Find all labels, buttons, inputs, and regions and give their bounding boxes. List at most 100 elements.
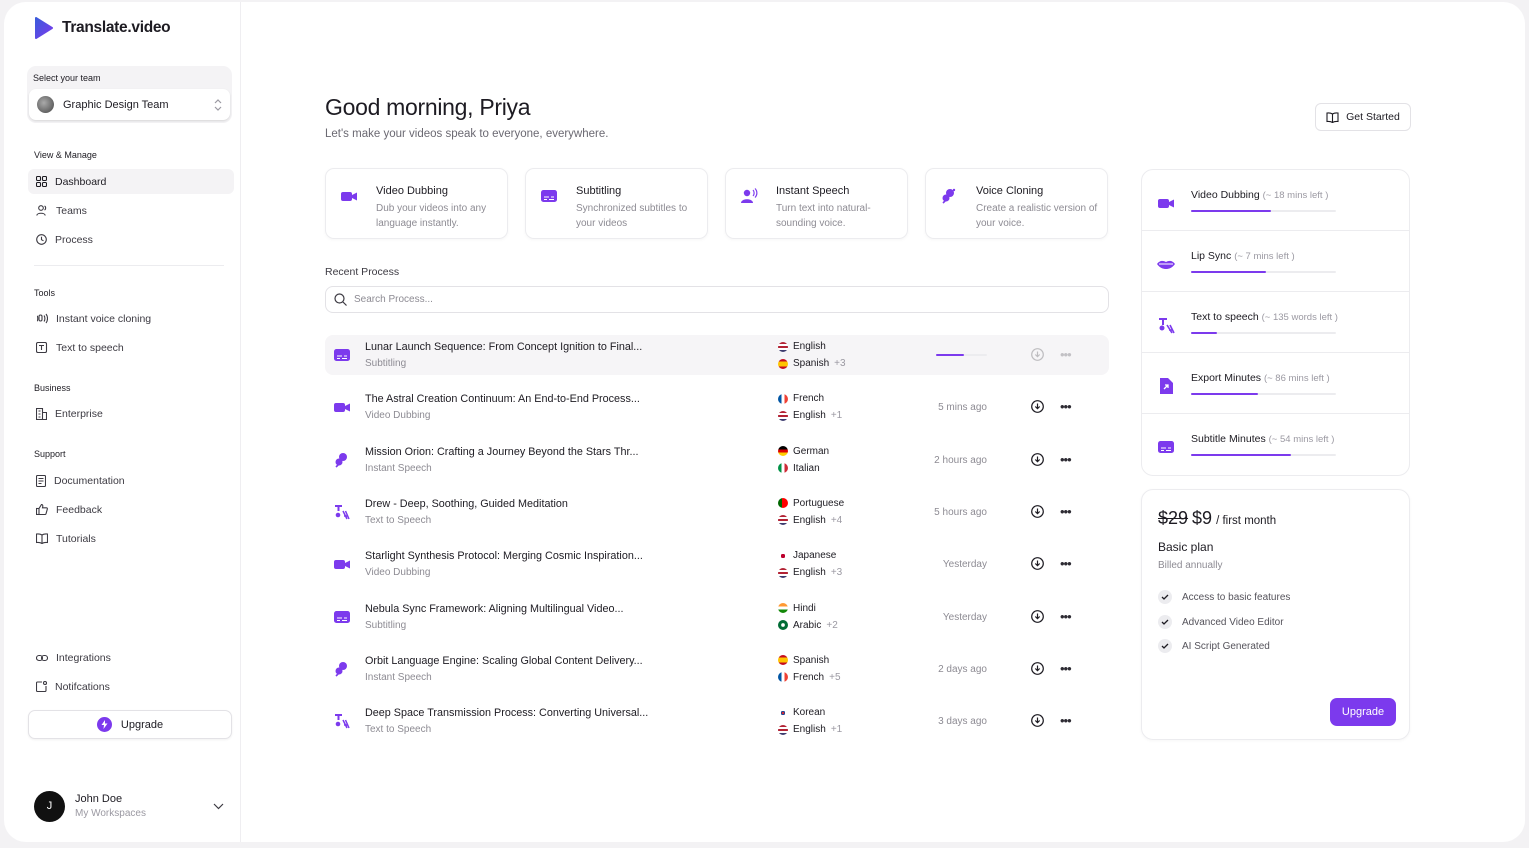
row-source-language: Hindi <box>778 603 816 614</box>
sidebar-item-label: Enterprise <box>55 407 103 420</box>
usage-left: (~ 86 mins left ) <box>1263 373 1330 384</box>
more-options-icon[interactable]: ••• <box>1060 661 1072 676</box>
usage-left: (~ 18 mins left ) <box>1262 190 1329 201</box>
team-dropdown[interactable]: Graphic Design Team <box>29 89 230 120</box>
more-options-icon[interactable]: ••• <box>1060 609 1072 624</box>
usage-row-video-dubbing: Video Dubbing (~ 18 mins left ) <box>1142 170 1409 231</box>
logo-icon <box>35 17 53 39</box>
feature-card-subtitling[interactable]: Subtitling Synchronized subtitles to you… <box>525 168 708 239</box>
sidebar-item-notifications[interactable]: Notifcations <box>28 674 234 699</box>
more-options-icon[interactable]: ••• <box>1060 713 1072 728</box>
sidebar-item-voice-cloning[interactable]: Instant voice cloning <box>28 306 234 331</box>
feature-card-voice-cloning[interactable]: Voice Cloning Create a realistic version… <box>925 168 1108 239</box>
row-time: 3 days ago <box>938 716 987 728</box>
sidebar-upgrade-button[interactable]: Upgrade <box>28 710 232 739</box>
user-menu[interactable]: J John Doe My Workspaces <box>34 788 224 824</box>
language-label: French <box>793 393 825 405</box>
book-icon <box>36 533 48 544</box>
table-row[interactable]: Drew - Deep, Soothing, Guided Meditation… <box>325 492 1109 532</box>
download-icon[interactable] <box>1031 609 1044 623</box>
download-icon[interactable] <box>1031 504 1044 518</box>
sidebar-item-integrations[interactable]: Integrations <box>28 645 234 670</box>
sidebar-item-enterprise[interactable]: Enterprise <box>28 401 234 426</box>
sidebar-item-label: Text to speech <box>56 341 124 354</box>
language-label: English <box>793 410 826 422</box>
row-type: Video Dubbing <box>365 410 431 422</box>
more-options-icon[interactable]: ••• <box>1060 504 1072 519</box>
more-options-icon[interactable]: ••• <box>1060 347 1072 362</box>
flag-icon <box>778 410 788 421</box>
download-icon[interactable] <box>1031 714 1044 727</box>
usage-label: Video Dubbing <box>1191 189 1260 201</box>
logo[interactable]: Translate.video <box>34 17 171 39</box>
sidebar-item-teams[interactable]: Teams <box>28 198 234 223</box>
plan-feature: Access to basic features <box>1158 590 1290 604</box>
sidebar-item-label: Dashboard <box>55 175 107 188</box>
flag-icon <box>778 463 788 474</box>
row-source-language: English <box>778 341 826 352</box>
text-speech-icon <box>335 504 350 520</box>
sidebar-item-label: Process <box>55 233 93 246</box>
table-row[interactable]: The Astral Creation Continuum: An End-to… <box>325 387 1109 427</box>
download-icon[interactable] <box>1031 557 1044 571</box>
more-options-icon[interactable]: ••• <box>1060 452 1072 467</box>
row-target-language: French +5 <box>778 672 841 683</box>
table-row[interactable]: Orbit Language Engine: Scaling Global Co… <box>325 649 1109 689</box>
more-languages-count: +1 <box>830 410 843 422</box>
language-label: Hindi <box>793 602 816 614</box>
row-type: Instant Speech <box>365 671 432 683</box>
sidebar-item-text-to-speech[interactable]: Text to speech <box>28 335 234 360</box>
search-bar[interactable]: Search Process... <box>325 286 1109 313</box>
section-support: Support <box>34 449 66 459</box>
sidebar-item-feedback[interactable]: Feedback <box>28 497 234 522</box>
sidebar: Translate.video Select your team Graphic… <box>4 2 241 842</box>
sidebar-item-documentation[interactable]: Documentation <box>28 468 234 493</box>
sidebar-item-dashboard[interactable]: Dashboard <box>28 169 234 194</box>
table-row[interactable]: Mission Orion: Crafting a Journey Beyond… <box>325 440 1109 480</box>
download-icon[interactable] <box>1031 661 1044 675</box>
flag-icon <box>778 707 788 718</box>
flag-icon <box>778 620 788 630</box>
more-options-icon[interactable]: ••• <box>1060 399 1072 414</box>
language-label: Spanish <box>793 358 830 369</box>
language-label: English <box>793 514 826 526</box>
plan-card: $29 $9 / first month Basic plan Billed a… <box>1141 489 1410 740</box>
row-target-language: English +4 <box>778 515 842 526</box>
sidebar-divider <box>34 265 224 266</box>
language-label: Spanish <box>793 654 830 666</box>
flag-icon <box>778 341 788 352</box>
speaking-person-icon <box>741 188 758 203</box>
table-row[interactable]: Lunar Launch Sequence: From Concept Igni… <box>325 335 1109 375</box>
table-row[interactable]: Starlight Synthesis Protocol: Merging Co… <box>325 544 1109 584</box>
row-time: 5 hours ago <box>934 506 987 518</box>
row-title: Nebula Sync Framework: Aligning Multilin… <box>365 602 624 615</box>
download-icon[interactable] <box>1031 452 1044 466</box>
sidebar-item-process[interactable]: Process <box>28 227 234 252</box>
more-options-icon[interactable]: ••• <box>1060 556 1072 571</box>
search-input[interactable]: Search Process... <box>354 294 433 305</box>
old-price: $29 <box>1158 508 1189 528</box>
plan-upgrade-button[interactable]: Upgrade <box>1330 698 1396 726</box>
table-row[interactable]: Deep Space Transmission Process: Convert… <box>325 701 1109 741</box>
row-type: Video Dubbing <box>365 567 431 579</box>
plan-feature-label: Access to basic features <box>1182 591 1291 603</box>
flag-icon <box>778 567 788 578</box>
usage-row-export-minutes: Export Minutes (~ 86 mins left ) <box>1142 353 1409 414</box>
page-title: Good morning, Priya <box>325 94 531 120</box>
usage-row-subtitle-minutes: Subtitle Minutes (~ 54 mins left ) <box>1142 414 1409 475</box>
download-icon[interactable] <box>1031 348 1044 361</box>
link-icon <box>36 654 48 661</box>
team-avatar <box>37 96 54 113</box>
upgrade-label: Upgrade <box>120 718 164 731</box>
feature-card-instant-speech[interactable]: Instant Speech Turn text into natural-so… <box>725 168 908 239</box>
feature-card-video-dubbing[interactable]: Video Dubbing Dub your videos into any l… <box>325 168 508 239</box>
row-source-language: Spanish <box>778 655 829 666</box>
sidebar-item-tutorials[interactable]: Tutorials <box>28 526 234 551</box>
subtitle-icon <box>334 610 350 623</box>
subtitle-icon <box>541 190 557 202</box>
download-icon[interactable] <box>1031 400 1044 414</box>
more-languages-count: +2 <box>826 619 838 631</box>
table-row[interactable]: Nebula Sync Framework: Aligning Multilin… <box>325 597 1109 637</box>
lips-icon <box>1157 260 1175 269</box>
get-started-button[interactable]: Get Started <box>1315 103 1411 131</box>
